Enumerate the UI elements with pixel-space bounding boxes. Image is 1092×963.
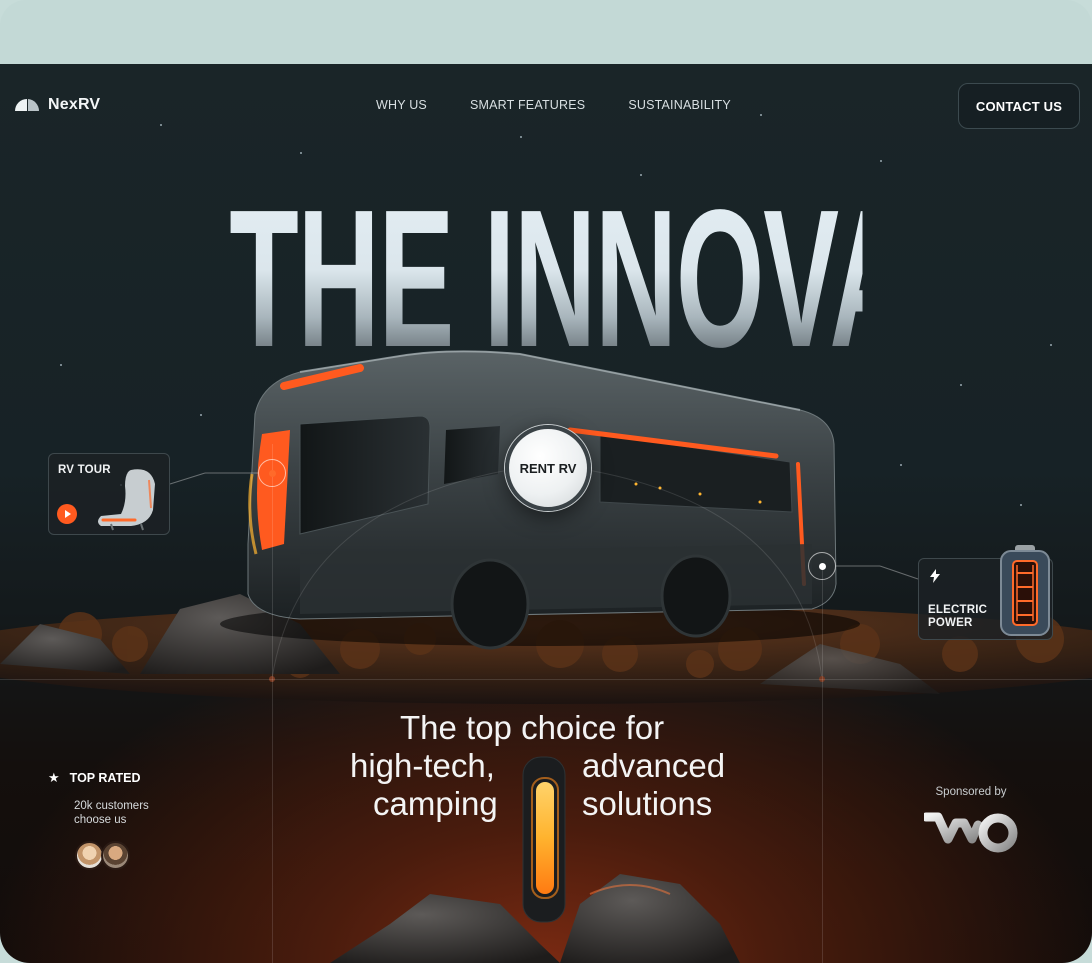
avatar: [101, 841, 130, 870]
grid-line: [822, 564, 823, 963]
top-rated-badge: ★ TOP RATED: [48, 770, 141, 785]
play-icon[interactable]: [57, 504, 77, 524]
lightning-icon: [930, 569, 940, 583]
avatar: [75, 841, 104, 870]
tagline-line-1: The top choice for: [400, 709, 665, 746]
rv-tour-hotspot[interactable]: [258, 459, 286, 487]
customer-avatars: [75, 841, 130, 870]
tagline-line-3-right: solutions: [582, 785, 713, 822]
rent-rv-button[interactable]: RENT RV: [505, 425, 591, 511]
grid-line: [272, 444, 273, 963]
electric-power-card[interactable]: ELECTRIC POWER: [918, 545, 1053, 640]
battery-icon: [1000, 545, 1050, 636]
browser-top-strip: [0, 0, 1092, 70]
tagline-line-2-left: high-tech,: [350, 747, 495, 784]
grid-line: [0, 679, 1092, 680]
electric-power-label: ELECTRIC POWER: [928, 604, 988, 629]
hero-frame: NexRV WHY US SMART FEATURES SUSTAINABILI…: [0, 64, 1092, 963]
electric-power-hotspot[interactable]: [808, 552, 836, 580]
customers-text: 20k customers choose us: [74, 800, 149, 826]
tagline-line-2-right: advanced: [582, 747, 726, 784]
rv-tour-card[interactable]: RV TOUR: [48, 453, 170, 535]
sponsor-wo-logo[interactable]: [924, 809, 1020, 853]
star-icon: ★: [48, 770, 60, 785]
sponsored-label: Sponsored by: [935, 786, 1007, 798]
seat-icon: [98, 469, 155, 531]
tagline-line-3-left: camping: [373, 785, 498, 822]
